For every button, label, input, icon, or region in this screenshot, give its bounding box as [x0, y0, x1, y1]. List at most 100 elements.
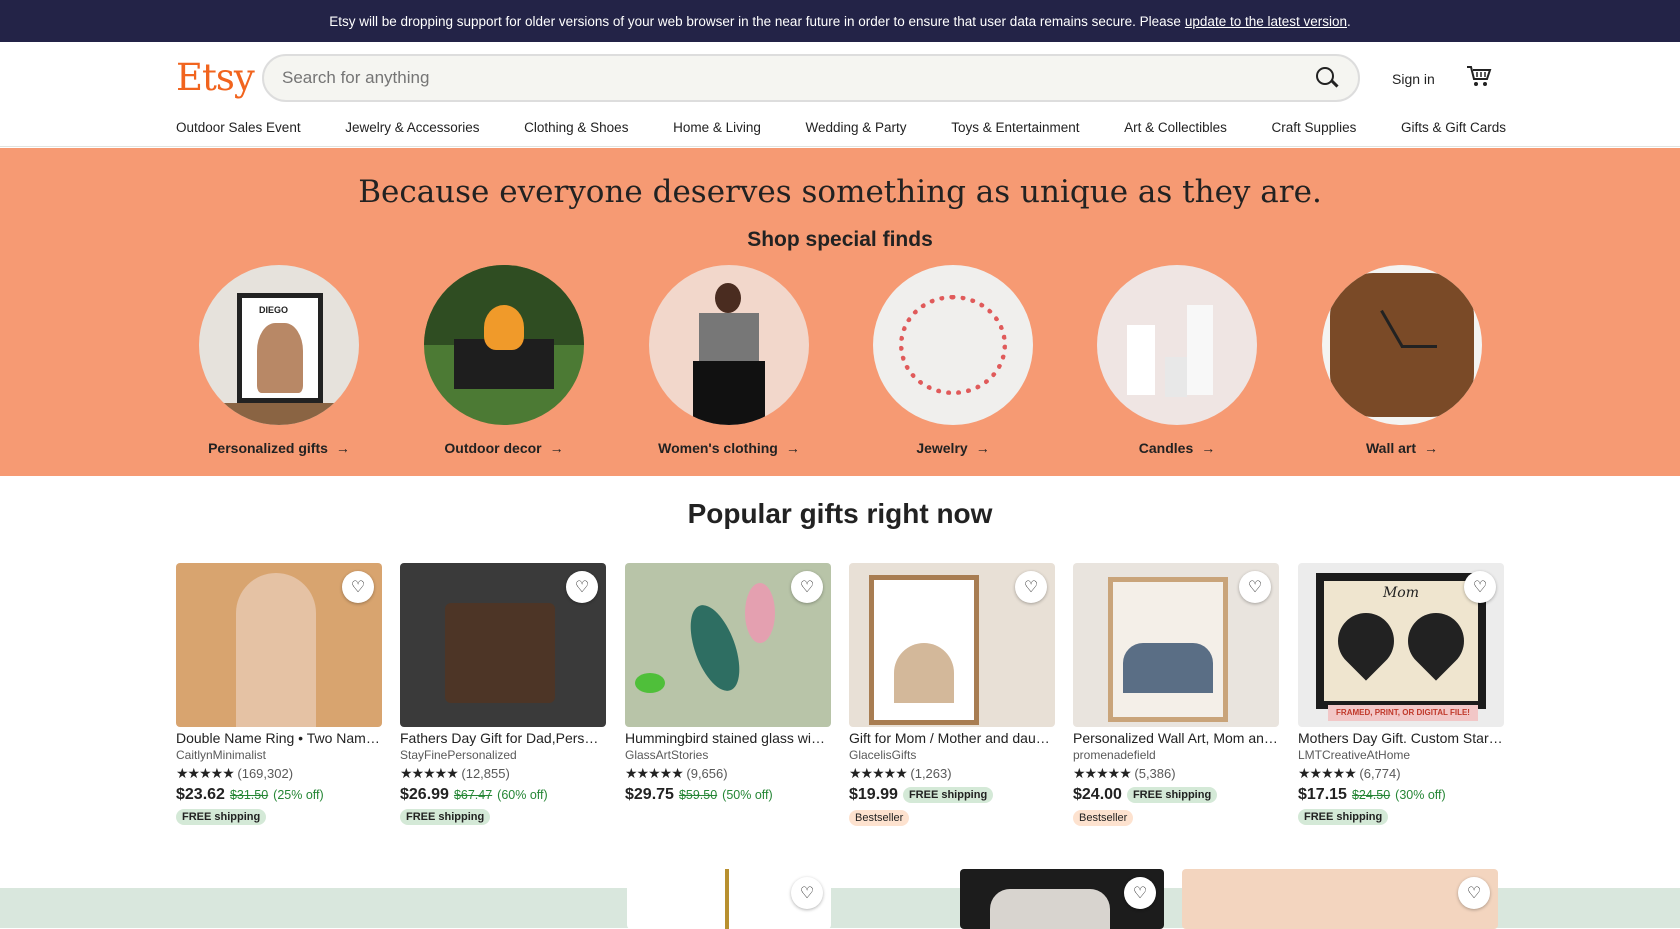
category-image-outdoor[interactable] — [424, 265, 584, 425]
sign-in-link[interactable]: Sign in — [1392, 71, 1435, 87]
product-image[interactable]: ♡ — [400, 563, 606, 727]
nav-item[interactable]: Art & Collectibles — [1124, 120, 1227, 135]
search-bar[interactable]: Search for anything — [262, 54, 1360, 102]
nav-item[interactable]: Gifts & Gift Cards — [1401, 120, 1506, 135]
search-input[interactable]: Search for anything — [282, 68, 1314, 88]
nav-item[interactable]: Jewelry & Accessories — [345, 120, 479, 135]
product-title[interactable]: Gift for Mom / Mother and daughter print… — [849, 730, 1055, 746]
original-price: $59.50 — [678, 788, 718, 802]
bottom-product-card[interactable]: ♡ — [627, 869, 831, 929]
category-link-wall-art[interactable]: Wall art → — [1366, 440, 1438, 456]
category-link-clothing[interactable]: Women's clothing → — [658, 440, 800, 456]
heart-icon[interactable]: ♡ — [1458, 877, 1490, 909]
product-card[interactable]: Mom FRAMED, PRINT, OR DIGITAL FILE! ♡ Mo… — [1298, 563, 1504, 825]
bestseller-badge: Bestseller — [849, 810, 910, 826]
heart-icon[interactable]: ♡ — [566, 571, 598, 603]
category-label: Jewelry — [916, 440, 968, 456]
hero-title: Because everyone deserves something as u… — [358, 174, 1322, 210]
product-card[interactable]: ♡ Gift for Mom / Mother and daughter pri… — [849, 563, 1055, 826]
category-label: Personalized gifts — [208, 440, 328, 456]
original-price: $31.50 — [229, 788, 269, 802]
product-card[interactable]: ♡ Hummingbird stained glass window hangi… — [625, 563, 831, 804]
category-label: Candles — [1138, 440, 1194, 456]
star-rating-icon: ★★★★★ — [176, 765, 235, 781]
category-image-personalized[interactable]: DIEGO — [199, 265, 359, 425]
cart-icon[interactable] — [1466, 64, 1492, 88]
product-card[interactable]: ♡ Double Name Ring • Two Name Ring • Cou… — [176, 563, 382, 825]
shop-name: GlacelisGifts — [849, 748, 917, 762]
product-image-banner: FRAMED, PRINT, OR DIGITAL FILE! — [1328, 705, 1478, 721]
category-label: Outdoor decor — [444, 440, 542, 456]
product-title[interactable]: Hummingbird stained glass window hanging… — [625, 730, 831, 746]
discount: (25% off) — [273, 788, 324, 802]
etsy-logo[interactable]: Etsy — [176, 56, 255, 99]
nav-item[interactable]: Home & Living — [673, 120, 761, 135]
site-header: Etsy Search for anything Sign in — [0, 42, 1680, 115]
heart-icon[interactable]: ♡ — [1239, 571, 1271, 603]
nav-item[interactable]: Clothing & Shoes — [524, 120, 628, 135]
rating: ★★★★★ (6,774) — [1298, 765, 1504, 782]
star-rating-icon: ★★★★★ — [625, 765, 684, 781]
price-row: $23.62 $31.50 (25% off) — [176, 786, 382, 804]
product-image[interactable]: ♡ — [625, 563, 831, 727]
shop-name: promenadefield — [1073, 748, 1156, 762]
review-count: (12,855) — [461, 766, 510, 781]
update-browser-link[interactable]: update to the latest version — [1185, 14, 1347, 29]
product-image[interactable]: ♡ — [849, 563, 1055, 727]
shop-name: GlassArtStories — [625, 748, 709, 762]
heart-icon[interactable]: ♡ — [1464, 571, 1496, 603]
product-title[interactable]: Double Name Ring • Two Name Ring • Coupl… — [176, 730, 382, 746]
nav-item[interactable]: Outdoor Sales Event — [176, 120, 301, 135]
product-image[interactable]: Mom FRAMED, PRINT, OR DIGITAL FILE! ♡ — [1298, 563, 1504, 727]
nav-item[interactable]: Wedding & Party — [806, 120, 907, 135]
nav-item[interactable]: Craft Supplies — [1272, 120, 1357, 135]
free-shipping-badge: FREE shipping — [176, 809, 267, 825]
price-row: $19.99 FREE shipping — [849, 786, 1055, 804]
heart-icon[interactable]: ♡ — [342, 571, 374, 603]
search-icon[interactable] — [1314, 65, 1340, 91]
category-link-candles[interactable]: Candles → — [1139, 440, 1215, 456]
category-link-outdoor[interactable]: Outdoor decor → — [444, 440, 563, 456]
category-label: Wall art — [1365, 440, 1417, 456]
price: $19.99 — [849, 786, 898, 803]
review-count: (9,656) — [686, 766, 728, 781]
product-card[interactable]: ♡ Personalized Wall Art, Mom and Daughte… — [1073, 563, 1279, 826]
arrow-right-icon: → — [1201, 440, 1216, 456]
arrow-right-icon: → — [1424, 440, 1439, 456]
product-title[interactable]: Fathers Day Gift for Dad,Personalized Wa… — [400, 730, 606, 746]
poster-name: DIEGO — [259, 305, 289, 315]
category-link-jewelry[interactable]: Jewelry → — [916, 440, 989, 456]
star-rating-icon: ★★★★★ — [849, 765, 908, 781]
product-title[interactable]: Mothers Day Gift. Custom Star Map... — [1298, 730, 1504, 746]
product-card[interactable]: ♡ Fathers Day Gift for Dad,Personalized … — [400, 563, 606, 825]
review-count: (6,774) — [1359, 766, 1401, 781]
product-image[interactable]: ♡ — [1073, 563, 1279, 727]
nav-item[interactable]: Toys & Entertainment — [951, 120, 1079, 135]
bottom-product-card[interactable]: ♡ — [1182, 869, 1498, 929]
free-shipping-badge: FREE shipping — [902, 787, 994, 803]
heart-icon[interactable]: ♡ — [791, 571, 823, 603]
product-image[interactable]: ♡ — [176, 563, 382, 727]
category-image-jewelry[interactable] — [873, 265, 1033, 425]
review-count: (169,302) — [237, 766, 294, 781]
review-count: (1,263) — [910, 766, 952, 781]
arrow-right-icon: → — [975, 440, 990, 456]
rating: ★★★★★ (169,302) — [176, 765, 382, 782]
category-image-clothing[interactable] — [649, 265, 809, 425]
price: $29.75 — [625, 786, 674, 803]
bottom-product-card[interactable]: ♡ — [960, 869, 1164, 929]
heart-icon[interactable]: ♡ — [1124, 877, 1156, 909]
category-image-candles[interactable] — [1097, 265, 1257, 425]
review-count: (5,386) — [1134, 766, 1176, 781]
rating: ★★★★★ (12,855) — [400, 765, 606, 782]
shop-name: StayFinePersonalized — [400, 748, 517, 762]
price-row: $26.99 $67.47 (60% off) — [400, 786, 606, 804]
arrow-right-icon: → — [549, 440, 564, 456]
heart-icon[interactable]: ♡ — [791, 877, 823, 909]
category-image-wall-art[interactable] — [1322, 265, 1482, 425]
category-link-personalized[interactable]: Personalized gifts → — [208, 440, 350, 456]
heart-icon[interactable]: ♡ — [1015, 571, 1047, 603]
star-rating-icon: ★★★★★ — [1298, 765, 1357, 781]
hero-subtitle: Shop special finds — [747, 228, 933, 251]
product-title[interactable]: Personalized Wall Art, Mom and Daughters… — [1073, 730, 1279, 746]
